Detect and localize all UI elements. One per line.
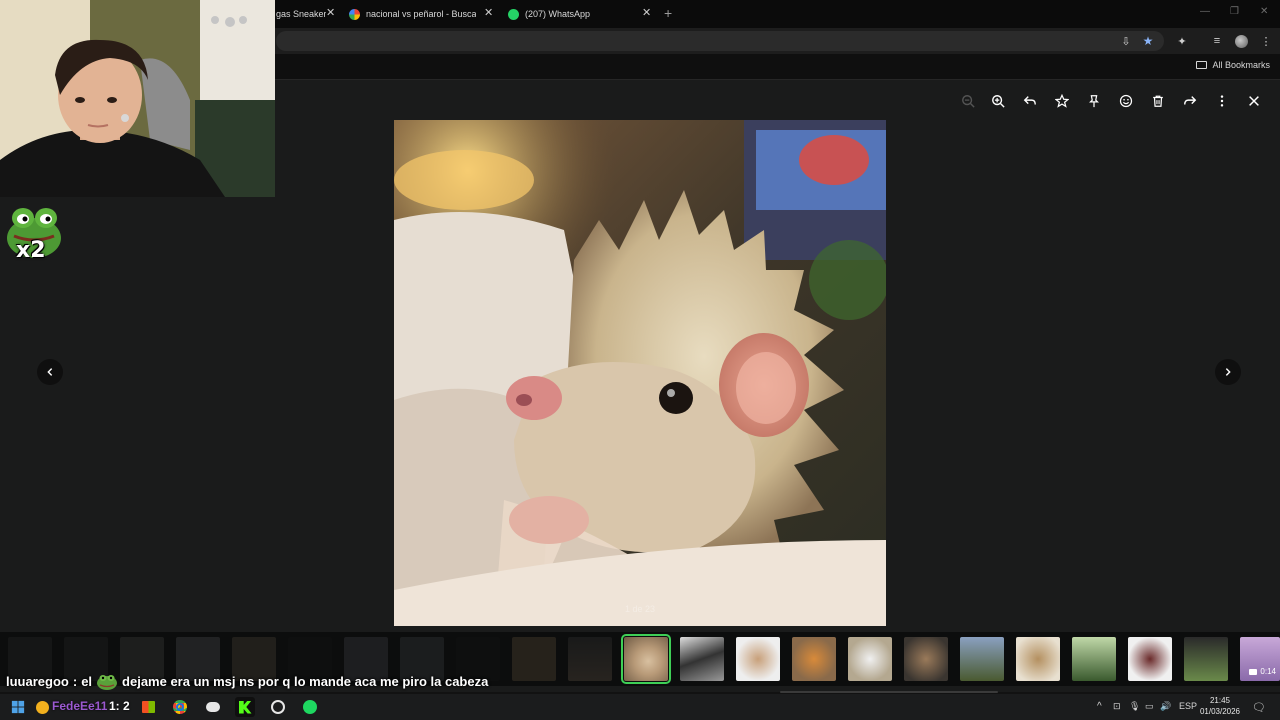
delete-icon[interactable] (1146, 90, 1170, 112)
thumbnail[interactable] (1128, 637, 1172, 681)
pepe-emote-icon (97, 674, 118, 690)
address-input[interactable]: ⇩ ★ (276, 31, 1164, 51)
reply-icon[interactable] (1018, 90, 1042, 112)
thumbnail[interactable] (904, 637, 948, 681)
tab-sneakers[interactable]: gas Sneaker (276, 3, 326, 25)
image-counter: 1 de 23 (624, 604, 656, 614)
video-duration: 0:14 (1249, 667, 1276, 676)
tab-label: gas Sneaker (276, 9, 326, 19)
tab-label: (207) WhatsApp (525, 9, 591, 19)
discord-icon[interactable] (203, 697, 223, 717)
tab-whatsapp[interactable]: (207) WhatsApp (508, 3, 628, 25)
video-duration-label: 0:14 (1260, 667, 1276, 676)
tab-label: nacional vs peñarol - Buscar co (366, 9, 476, 19)
forward-icon[interactable] (1178, 90, 1202, 112)
stream-overlay-count: 1: 2 (109, 699, 130, 713)
bookmark-star-icon[interactable]: ★ (1140, 33, 1156, 49)
video-camera-icon (1249, 668, 1258, 675)
volume-icon[interactable]: 🔊 (1160, 701, 1171, 712)
thumbnail[interactable] (568, 637, 612, 681)
windows-taskbar: FedeEe11 1: 2 ^ ⊡ 🎙 ▭ 🔊 ESP 21:45 01/03/… (0, 694, 1280, 720)
obs-icon[interactable] (268, 697, 288, 717)
thumbnail[interactable] (960, 637, 1004, 681)
new-tab-icon[interactable]: + (664, 5, 672, 21)
app-icon[interactable] (32, 697, 52, 717)
folder-icon (1196, 61, 1208, 69)
tab-google-search[interactable]: nacional vs peñarol - Buscar co (349, 3, 476, 25)
thumbnail[interactable] (736, 637, 780, 681)
chat-text-start: el (81, 673, 93, 689)
thumbnail-scrollbar[interactable] (780, 691, 998, 693)
whatsapp-icon (508, 8, 519, 20)
google-icon (349, 8, 360, 20)
chevron-left-icon (47, 368, 53, 376)
thumbnail[interactable] (1072, 637, 1116, 681)
all-bookmarks-label: All Bookmarks (1212, 60, 1270, 70)
emote-multiplier: x2 (16, 238, 46, 263)
chat-username: luuaregoo (6, 673, 69, 689)
browser-menu-icon[interactable]: ⋮ (1258, 33, 1274, 49)
chrome-icon[interactable] (170, 697, 190, 717)
thumbnail[interactable] (1184, 637, 1228, 681)
video-thumbnail[interactable]: 0:14 (1240, 637, 1280, 681)
stream-overlay-name: FedeEe11 (52, 699, 108, 713)
network-icon[interactable]: ▭ (1145, 701, 1154, 712)
zoom-out-icon[interactable] (956, 90, 980, 112)
notifications-icon[interactable]: 🗨 (1252, 701, 1266, 714)
stream-chat-message: luuaregoo : el dejame era un msj ns por … (6, 671, 488, 691)
spotify-icon[interactable] (300, 697, 320, 717)
thumbnail[interactable] (848, 637, 892, 681)
chat-text: dejame era un msj ns por q lo mande aca … (122, 673, 489, 689)
hedgehog-photo (394, 120, 886, 626)
minimize-icon[interactable]: — (1200, 6, 1210, 17)
pin-icon[interactable] (1082, 90, 1106, 112)
next-button[interactable] (1215, 359, 1241, 385)
thumbnail[interactable] (1016, 637, 1060, 681)
thumbnail[interactable] (792, 637, 836, 681)
kick-icon[interactable] (235, 697, 255, 717)
store-icon[interactable] (138, 697, 158, 717)
more-icon[interactable] (1210, 90, 1234, 112)
thumbnail[interactable] (680, 637, 724, 681)
chevron-right-icon (1225, 368, 1231, 376)
streamer-webcam (0, 0, 275, 197)
close-tab-icon[interactable]: ✕ (484, 7, 493, 19)
window-close-icon[interactable]: ✕ (1260, 6, 1268, 17)
thumbnail-selected[interactable] (621, 634, 671, 684)
zoom-in-icon[interactable] (986, 90, 1010, 112)
show-hidden-icons[interactable]: ^ (1097, 701, 1102, 712)
clock[interactable]: 21:45 01/03/2026 (1195, 695, 1245, 717)
clock-date: 01/03/2026 (1199, 707, 1241, 716)
close-tab-icon[interactable]: ✕ (642, 7, 651, 19)
install-app-icon[interactable]: ⇩ (1118, 33, 1134, 49)
extensions-icon[interactable]: ✦ (1174, 33, 1190, 49)
microphone-icon[interactable]: 🎙 (1129, 701, 1140, 712)
emoji-icon[interactable] (1114, 90, 1138, 112)
clock-time: 21:45 (1209, 696, 1231, 705)
all-bookmarks-button[interactable]: All Bookmarks (1196, 60, 1270, 70)
thumbnail[interactable] (512, 637, 556, 681)
previous-button[interactable] (37, 359, 63, 385)
star-icon[interactable] (1050, 90, 1074, 112)
media-controls-icon[interactable]: ≡ (1209, 33, 1225, 49)
windows-start-icon[interactable] (8, 697, 28, 717)
chat-separator: : (72, 673, 78, 689)
close-tab-icon[interactable]: ✕ (326, 7, 335, 19)
restore-icon[interactable]: ❐ (1230, 6, 1239, 17)
close-icon[interactable] (1242, 90, 1266, 112)
profile-avatar[interactable] (1233, 33, 1249, 49)
device-icon[interactable]: ⊡ (1113, 701, 1121, 712)
